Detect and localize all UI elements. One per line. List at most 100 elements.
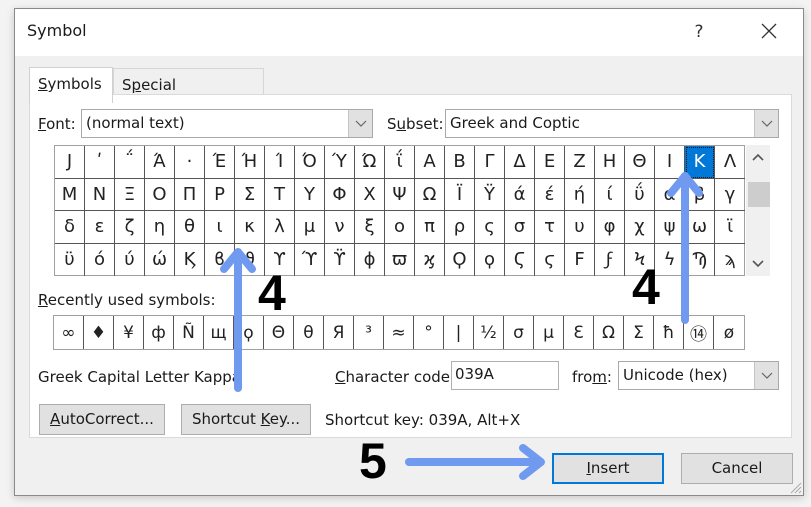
symbol-cell[interactable]: ζ [115, 211, 145, 244]
symbol-cell[interactable]: τ [535, 211, 565, 244]
symbol-cell[interactable]: · [175, 146, 205, 179]
symbol-cell[interactable]: λ [265, 211, 295, 244]
symbol-cell[interactable]: χ [625, 211, 655, 244]
scroll-thumb[interactable] [748, 182, 770, 207]
recent-symbol-cell[interactable]: ø [714, 316, 744, 349]
symbol-cell[interactable]: Ϋ [475, 178, 505, 211]
symbol-cell[interactable]: Χ [355, 178, 385, 211]
recent-symbol-cell[interactable]: ф [144, 316, 174, 349]
symbol-cell[interactable]: ʹ [85, 146, 115, 179]
symbol-cell[interactable]: Σ [235, 178, 265, 211]
tab-symbols[interactable]: Symbols [29, 67, 113, 103]
recent-symbol-cell[interactable]: ⑭ [684, 316, 714, 349]
insert-button[interactable]: Insert [552, 453, 664, 484]
symbol-cell[interactable]: η [145, 211, 175, 244]
symbol-cell[interactable]: κ [235, 211, 265, 244]
symbol-cell[interactable]: Θ [625, 146, 655, 179]
symbol-cell[interactable]: ϔ [325, 243, 355, 276]
symbol-cell[interactable]: Έ [205, 146, 235, 179]
symbol-cell[interactable]: ε [85, 211, 115, 244]
symbol-cell[interactable]: ξ [355, 211, 385, 244]
symbol-cell[interactable]: Β [445, 146, 475, 179]
subset-dropdown-button[interactable] [754, 110, 778, 137]
symbol-cell[interactable]: Ά [145, 146, 175, 179]
resize-grip-icon[interactable] [788, 480, 802, 494]
symbol-cell[interactable]: ψ [655, 211, 685, 244]
scroll-up-button[interactable] [746, 145, 770, 169]
symbol-cell[interactable]: Ϛ [505, 243, 535, 276]
symbol-cell[interactable]: Ϗ [175, 243, 205, 276]
symbol-cell[interactable]: Ί [265, 146, 295, 179]
symbol-cell[interactable]: Ζ [565, 146, 595, 179]
symbol-cell[interactable]: Ϙ [445, 243, 475, 276]
symbol-cell[interactable]: ι [205, 211, 235, 244]
symbol-cell[interactable]: Π [175, 178, 205, 211]
symbol-cell[interactable]: ϓ [295, 243, 325, 276]
symbol-cell[interactable]: Ό [295, 146, 325, 179]
recent-symbol-cell[interactable]: Σ [624, 316, 654, 349]
symbol-cell[interactable]: Φ [325, 178, 355, 211]
symbol-cell[interactable]: ΰ [625, 178, 655, 211]
symbol-cell[interactable]: Ώ [355, 146, 385, 179]
symbol-cell[interactable]: α [655, 178, 685, 211]
recent-symbol-cell[interactable]: ≈ [384, 316, 414, 349]
symbol-cell[interactable]: ς [475, 211, 505, 244]
symbol-cell[interactable]: Μ [55, 178, 85, 211]
close-button[interactable] [753, 17, 785, 47]
symbol-cell[interactable]: Ή [235, 146, 265, 179]
recent-symbol-cell[interactable]: ħ [654, 316, 684, 349]
symbol-cell[interactable]: μ [295, 211, 325, 244]
character-code-input[interactable]: 039A [451, 361, 559, 390]
symbol-cell[interactable]: Η [595, 146, 625, 179]
symbol-cell[interactable]: ά [505, 178, 535, 211]
symbol-cell[interactable]: Ϡ [685, 243, 715, 276]
symbol-cell[interactable]: ο [385, 211, 415, 244]
symbol-cell[interactable]: ί [595, 178, 625, 211]
symbol-cell[interactable]: ΅ [115, 146, 145, 179]
recent-symbol-cell[interactable]: Ɛ [564, 316, 594, 349]
recent-symbols-row[interactable]: ∞ ♦ ¥ ф Ñщ ϙ Θθ Я ³ ≈ ° | ½ σ μ Ɛ Ω Σħ ⑭ ø [53, 315, 745, 350]
recent-symbol-cell[interactable]: щ [204, 316, 234, 349]
recent-symbol-cell[interactable]: Ñ [174, 316, 204, 349]
recent-symbol-cell[interactable]: ¥ [114, 316, 144, 349]
symbol-cell[interactable]: Ϝ [565, 243, 595, 276]
symbol-cell-selected[interactable]: Κ [685, 146, 715, 179]
recent-symbol-cell[interactable]: ∞ [54, 316, 84, 349]
symbol-cell[interactable]: Ω [415, 178, 445, 211]
autocorrect-button[interactable]: AutoCorrect... [39, 404, 165, 435]
symbol-cell[interactable]: ϖ [385, 243, 415, 276]
symbol-cell[interactable]: δ [55, 211, 85, 244]
symbol-cell[interactable]: ϕ [355, 243, 385, 276]
symbol-cell[interactable]: ή [565, 178, 595, 211]
recent-symbol-cell[interactable]: ° [414, 316, 444, 349]
symbol-cell[interactable]: Γ [475, 146, 505, 179]
recent-symbol-cell[interactable]: μ [534, 316, 564, 349]
symbol-cell[interactable]: ϝ [595, 243, 625, 276]
symbol-cell[interactable]: Ν [85, 178, 115, 211]
symbol-cell[interactable]: Α [415, 146, 445, 179]
recent-symbol-cell[interactable]: σ [504, 316, 534, 349]
recent-symbol-cell[interactable]: ½ [474, 316, 504, 349]
recent-symbol-cell[interactable]: θ [294, 316, 324, 349]
symbol-cell[interactable]: Ε [535, 146, 565, 179]
symbol-cell[interactable]: Υ [295, 178, 325, 211]
symbol-cell[interactable]: Ύ [325, 146, 355, 179]
symbol-cell[interactable]: Ξ [115, 178, 145, 211]
symbol-cell[interactable]: ϋ [55, 243, 85, 276]
scroll-down-button[interactable] [746, 252, 770, 276]
symbol-cell[interactable]: υ [565, 211, 595, 244]
symbol-cell[interactable]: ϗ [415, 243, 445, 276]
symbol-cell[interactable]: θ [175, 211, 205, 244]
shortcut-key-button[interactable]: Shortcut Key... [181, 404, 311, 435]
symbol-cell[interactable]: ϙ [475, 243, 505, 276]
symbol-cell[interactable]: β [685, 178, 715, 211]
symbol-cell[interactable]: ώ [145, 243, 175, 276]
symbol-cell[interactable]: ω [685, 211, 715, 244]
from-dropdown-button[interactable] [754, 362, 778, 389]
symbol-cell[interactable]: ρ [445, 211, 475, 244]
symbol-cell[interactable]: π [415, 211, 445, 244]
symbol-cell[interactable]: J [55, 146, 85, 179]
symbol-cell[interactable]: ϡ [715, 244, 745, 277]
symbol-cell[interactable]: ϊ [715, 211, 745, 244]
cancel-button[interactable]: Cancel [681, 453, 793, 484]
